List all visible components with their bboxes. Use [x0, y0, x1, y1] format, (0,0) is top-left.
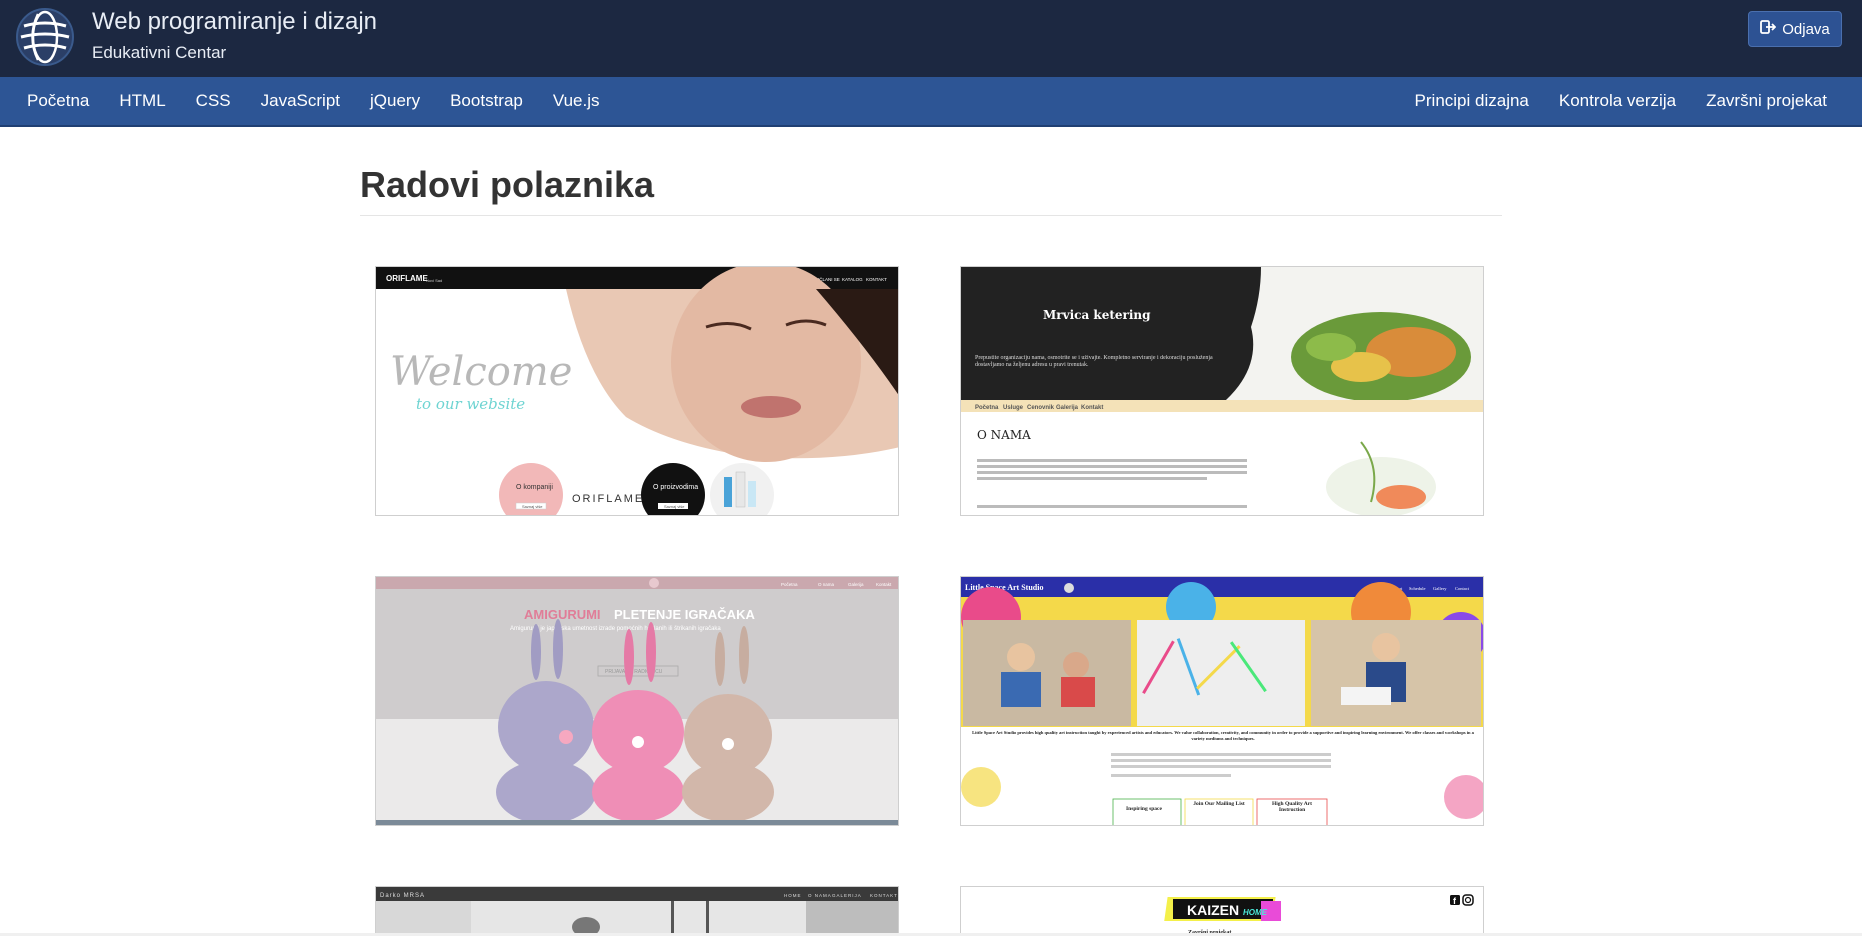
kaizen-brand-accent: HOME: [1243, 908, 1268, 917]
nav-link-kontrola-verzija[interactable]: Kontrola verzija: [1559, 91, 1676, 111]
globe-logo-icon[interactable]: [16, 8, 74, 66]
darko-nav-3: KONTAKT: [870, 893, 898, 898]
oriflame-tile-3-btn: Saznaj više: [664, 504, 685, 509]
project-thumbnail-darko-mrsa[interactable]: Darko MRSA HOME O NAMA GALERIJA KONTAKT: [375, 886, 899, 936]
darko-nav-2: GALERIJA: [832, 893, 862, 898]
logout-button[interactable]: Odjava: [1748, 11, 1842, 47]
site-subtitle: Edukativni Centar: [92, 43, 227, 62]
lsas-nav-4: Contact: [1455, 586, 1470, 591]
lsas-lead: Little Space Art Studio provides high qu…: [972, 730, 1474, 741]
nav-link-javascript[interactable]: JavaScript: [261, 91, 340, 111]
mrvica-nav-3: Galerija: [1056, 405, 1079, 411]
amigurumi-subtitle: Amigurumi je japanska umetnost izrade po…: [510, 626, 721, 632]
nav-link-html[interactable]: HTML: [119, 91, 165, 111]
kaizen-brand: KAIZEN: [1187, 902, 1239, 918]
sign-out-icon: [1760, 20, 1777, 38]
amigurumi-nav-2: Galerija: [848, 582, 864, 587]
nav-link-zavrsni-projekat[interactable]: Završni projekat: [1706, 91, 1827, 111]
oriflame-tile-1: O kompaniji: [516, 484, 553, 491]
nav-left-group: Početna HTML CSS JavaScript jQuery Boots…: [27, 77, 599, 125]
mrvica-nav-0: Početna: [975, 405, 999, 411]
mrvica-section-title: O NAMA: [977, 428, 1031, 442]
site-title: Web programiranje i dizajn: [92, 8, 378, 35]
oriflame-tile-3: O proizvodima: [653, 484, 698, 491]
app-header: Web programiranje i dizajn Edukativni Ce…: [0, 0, 1862, 77]
title-divider: [360, 215, 1502, 216]
page-title: Radovi polaznika: [360, 164, 655, 205]
oriflame-tile-1-btn: Saznaj više: [522, 504, 543, 509]
mrvica-nav-4: Kontakt: [1081, 405, 1103, 411]
darko-nav-1: O NAMA: [808, 893, 832, 898]
project-thumbnail-kaizen-home[interactable]: KAIZEN HOME Završni projekat f: [960, 886, 1484, 936]
oriflame-brand-sub: Novi Sad: [426, 278, 442, 283]
nav-link-principi-dizajna[interactable]: Principi dizajna: [1415, 91, 1529, 111]
oriflame-nav-3: KATALOG: [842, 277, 863, 282]
nav-link-css[interactable]: CSS: [196, 91, 231, 111]
amigurumi-title-white: PLETENJE IGRAČAKA: [614, 607, 755, 622]
main-navbar: Početna HTML CSS JavaScript jQuery Boots…: [0, 77, 1862, 127]
lsas-nav-2: Schedule: [1409, 586, 1426, 591]
lsas-nav-3: Gallery: [1433, 586, 1447, 591]
project-thumbnail-mrvica-ketering[interactable]: Mrvica ketering Prepustite organizaciju …: [960, 266, 1484, 516]
amigurumi-nav-3: Kontakt: [876, 582, 892, 587]
mrvica-intro: Prepustite organizaciju nama, osmotrite …: [975, 355, 1213, 368]
oriflame-nav-4: KONTAKT: [866, 277, 887, 282]
darko-brand: Darko MRSA: [380, 893, 425, 899]
project-thumbnail-little-space-art-studio[interactable]: Little Space Art Studio Home About Sched…: [960, 576, 1484, 826]
nav-link-bootstrap[interactable]: Bootstrap: [450, 91, 523, 111]
mrvica-nav-1: Usluge: [1003, 405, 1024, 411]
darko-nav-0: HOME: [784, 893, 802, 898]
mrvica-title: Mrvica ketering: [1043, 308, 1151, 322]
nav-link-vuejs[interactable]: Vue.js: [553, 91, 600, 111]
lsas-box-1: Join Our Mailing List: [1193, 801, 1245, 807]
oriflame-tile-2: ORIFLAME: [572, 493, 644, 505]
logout-label: Odjava: [1782, 20, 1830, 38]
oriflame-brand: ORIFLAME: [386, 274, 428, 283]
nav-right-group: Principi dizajna Kontrola verzija Završn…: [1415, 77, 1827, 125]
oriflame-welcome: Welcome: [390, 349, 572, 395]
amigurumi-nav-0: Početna: [781, 582, 798, 587]
lsas-box-0: Inspiring space: [1126, 806, 1162, 812]
nav-link-jquery[interactable]: jQuery: [370, 91, 420, 111]
mrvica-nav-2: Cenovnik: [1027, 405, 1055, 411]
project-thumbnail-oriflame[interactable]: ORIFLAME Novi Sad POČETNA O KOMPANIJI UČ…: [375, 266, 899, 516]
nav-link-pocetna[interactable]: Početna: [27, 91, 89, 111]
oriflame-welcome-sub: to our website: [416, 395, 525, 413]
amigurumi-title-pink: AMIGURUMI: [524, 607, 601, 622]
project-thumbnail-amigurumi[interactable]: Početna O nama Galerija Kontakt AMIGURUM…: [375, 576, 899, 826]
lsas-box-2: High Quality Art Instruction: [1271, 801, 1313, 813]
amigurumi-nav-1: O nama: [818, 582, 835, 587]
